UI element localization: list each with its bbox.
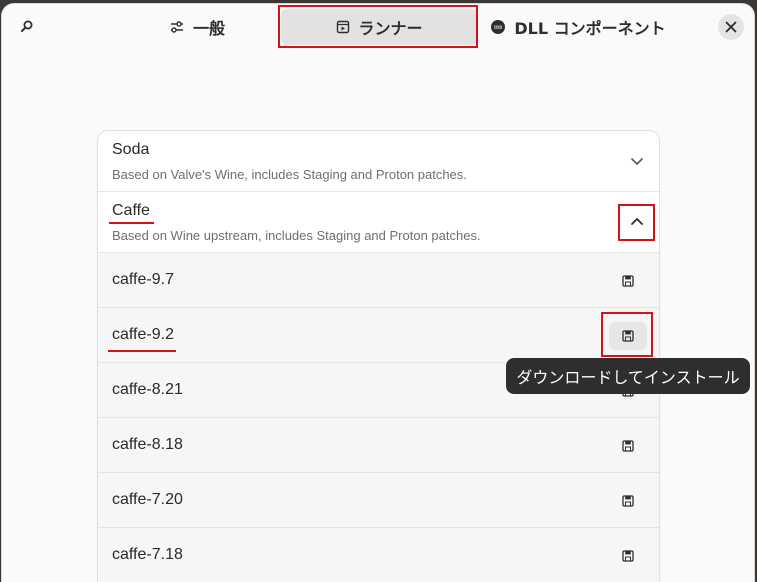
tab-dll-components[interactable]: DLL コンポーネント bbox=[482, 9, 674, 45]
runner-group-title: Soda bbox=[112, 141, 150, 158]
preferences-window: 一般 ランナー DLL コンポーネント Soda Based on Valve'… bbox=[2, 4, 754, 582]
tab-general[interactable]: 一般 bbox=[142, 9, 252, 45]
download-tooltip: ダウンロードしてインストール bbox=[506, 358, 750, 394]
runner-group-soda[interactable]: Soda Based on Valve's Wine, includes Sta… bbox=[98, 131, 659, 192]
download-button[interactable] bbox=[609, 322, 647, 350]
runner-name: caffe-7.18 bbox=[112, 546, 183, 563]
save-icon bbox=[622, 327, 634, 346]
download-button[interactable] bbox=[609, 487, 647, 515]
close-icon bbox=[725, 18, 737, 37]
save-icon bbox=[622, 547, 634, 566]
download-button[interactable] bbox=[609, 267, 647, 295]
tab-dll-label: DLL コンポーネント bbox=[514, 19, 666, 38]
runner-name: caffe-8.21 bbox=[112, 381, 183, 398]
runner-name: caffe-8.18 bbox=[112, 436, 183, 453]
runner-name: caffe-9.7 bbox=[112, 271, 174, 288]
runner-icon bbox=[336, 20, 350, 34]
tab-runners-label: ランナー bbox=[358, 19, 423, 38]
runner-name: caffe-9.2 bbox=[112, 326, 174, 343]
search-button[interactable] bbox=[16, 16, 38, 38]
header-bar: 一般 ランナー DLL コンポーネント bbox=[2, 4, 754, 50]
sliders-icon bbox=[169, 19, 185, 35]
save-icon bbox=[622, 437, 634, 456]
runner-group-caffe[interactable]: Caffe Based on Wine upstream, includes S… bbox=[98, 192, 659, 253]
tab-runners[interactable]: ランナー bbox=[281, 9, 478, 45]
save-icon bbox=[622, 272, 634, 291]
highlight-caffe-9-2-underline bbox=[108, 350, 176, 352]
runner-row: caffe-8.18 bbox=[98, 418, 659, 473]
chevron-up-icon[interactable] bbox=[629, 214, 645, 230]
save-icon bbox=[622, 492, 634, 511]
chevron-down-icon[interactable] bbox=[629, 153, 645, 169]
runner-row: caffe-9.2 bbox=[98, 308, 659, 363]
runner-group-subtitle: Based on Wine upstream, includes Staging… bbox=[112, 228, 481, 243]
search-icon bbox=[16, 16, 38, 38]
runner-group-subtitle: Based on Valve's Wine, includes Staging … bbox=[112, 167, 467, 182]
close-button[interactable] bbox=[718, 14, 744, 40]
download-button[interactable] bbox=[609, 432, 647, 460]
runner-name: caffe-7.20 bbox=[112, 491, 183, 508]
highlight-caffe-underline bbox=[109, 222, 154, 224]
runners-list: Soda Based on Valve's Wine, includes Sta… bbox=[98, 131, 659, 582]
download-button[interactable] bbox=[609, 542, 647, 570]
runner-row: caffe-7.18 bbox=[98, 528, 659, 582]
runner-group-title: Caffe bbox=[112, 202, 150, 219]
tab-general-label: 一般 bbox=[192, 19, 225, 38]
runner-row: caffe-9.7 bbox=[98, 253, 659, 308]
gpu-icon bbox=[490, 19, 506, 35]
runner-row: caffe-7.20 bbox=[98, 473, 659, 528]
